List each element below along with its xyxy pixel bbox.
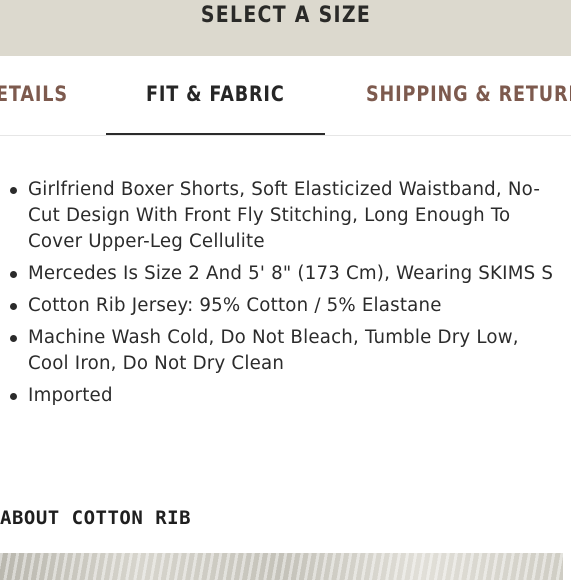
- list-item: Machine Wash Cold, Do Not Bleach, Tumble…: [10, 325, 563, 377]
- select-size-button[interactable]: SELECT A SIZE: [0, 0, 571, 56]
- tab-details[interactable]: ETAILS: [0, 82, 82, 106]
- about-cotton-rib-heading: ABOUT COTTON RIB: [0, 507, 192, 529]
- tab-shipping-and-returns[interactable]: SHIPPING & RETURN: [366, 82, 571, 106]
- tab-shipping-and-returns-label: SHIPPING & RETURN: [366, 82, 571, 106]
- list-item: Imported: [10, 383, 563, 409]
- tab-fit-and-fabric[interactable]: FIT & FABRIC: [146, 82, 311, 106]
- tab-fit-and-fabric-label: FIT & FABRIC: [146, 82, 285, 106]
- list-item: Mercedes Is Size 2 And 5' 8" (173 Cm), W…: [10, 261, 563, 287]
- active-tab-indicator: [106, 133, 325, 135]
- list-item: Cotton Rib Jersey: 95% Cotton / 5% Elast…: [10, 293, 563, 319]
- select-size-label: SELECT A SIZE: [200, 2, 371, 28]
- tab-details-label: ETAILS: [0, 82, 68, 106]
- fit-fabric-details-list: Girlfriend Boxer Shorts, Soft Elasticize…: [10, 177, 563, 415]
- cotton-rib-fabric-image: [0, 553, 563, 580]
- tabs-divider: [0, 135, 571, 136]
- list-item: Girlfriend Boxer Shorts, Soft Elasticize…: [10, 177, 563, 255]
